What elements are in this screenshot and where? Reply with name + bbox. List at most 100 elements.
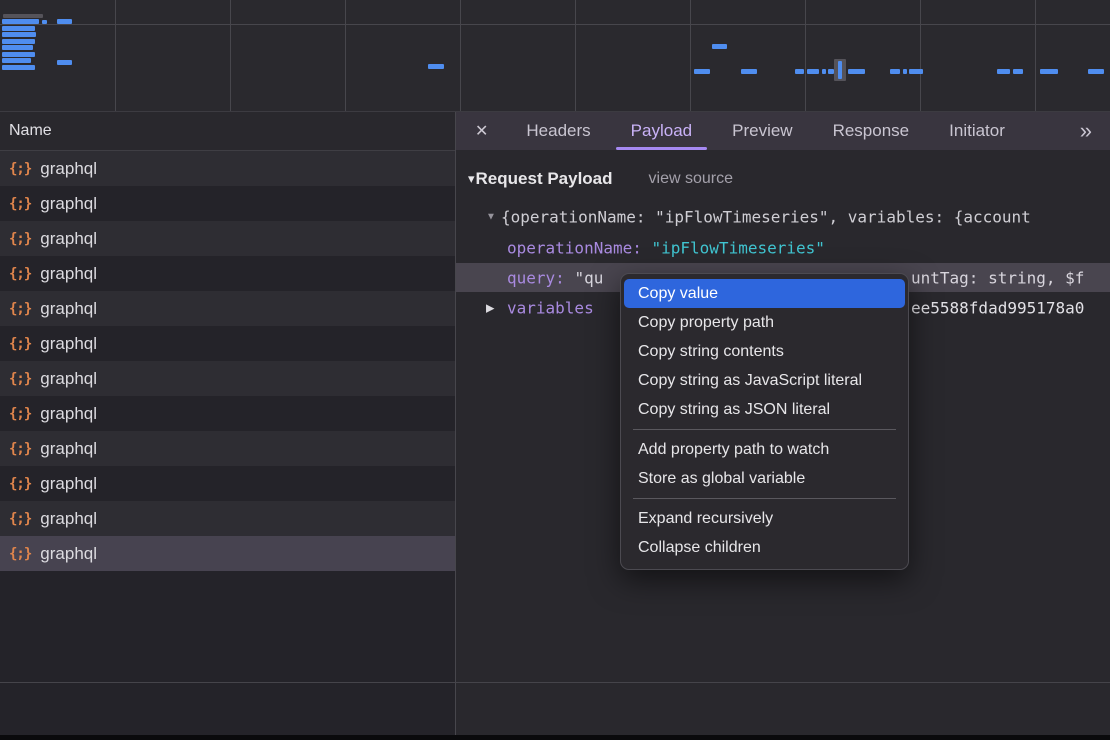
expanded-triangle-icon[interactable]: ▼ <box>486 211 496 222</box>
more-tabs-icon[interactable]: » <box>1080 118 1094 144</box>
request-row[interactable]: {;}graphql <box>0 256 455 291</box>
request-name-label: graphql <box>40 404 97 424</box>
menu-item-copy-string-as-json-literal[interactable]: Copy string as JSON literal <box>624 395 905 424</box>
overview-gray-bar <box>3 14 43 18</box>
menu-item-collapse-children[interactable]: Collapse children <box>624 533 905 562</box>
requests-panel: Name {;}graphql{;}graphql{;}graphql{;}gr… <box>0 112 455 740</box>
request-name-label: graphql <box>40 299 97 319</box>
menu-separator <box>633 498 896 499</box>
menu-item-expand-recursively[interactable]: Expand recursively <box>624 504 905 533</box>
json-icon: {;} <box>9 301 31 317</box>
property-key: query: <box>507 268 574 287</box>
overview-request-bar <box>795 69 804 74</box>
request-row[interactable]: {;} graphql <box>0 151 455 186</box>
overview-request-bar <box>838 61 842 79</box>
name-column-header[interactable]: Name <box>0 112 455 151</box>
overview-request-bar <box>2 26 35 31</box>
request-list: {;} graphql {;} graphql {;} graphql {;} graphql… <box>0 151 455 571</box>
menu-item-copy-value[interactable]: Copy value <box>624 279 905 308</box>
overview-request-bar <box>909 69 923 74</box>
menu-item-add-property-path-to-watch[interactable]: Add property path to watch <box>624 435 905 464</box>
json-icon: {;} <box>9 161 31 177</box>
request-name-label: graphql <box>40 369 97 389</box>
property-key: operationName: <box>507 238 652 257</box>
request-payload-section: ▾ Request Payload view source <box>468 165 733 193</box>
overview-request-bar <box>997 69 1010 74</box>
menu-item-copy-string-as-javascript-literal[interactable]: Copy string as JavaScript literal <box>624 366 905 395</box>
property-value: "ipFlowTimeseries" <box>652 238 825 257</box>
request-name-label: graphql <box>40 334 97 354</box>
request-payload-title: Request Payload <box>476 169 613 189</box>
overview-request-bar <box>2 39 35 44</box>
overview-request-bar <box>2 19 39 24</box>
request-name-label: graphql <box>40 439 97 459</box>
request-row[interactable]: {;}graphql <box>0 466 455 501</box>
request-name-label: graphql <box>40 229 97 249</box>
grid-line-vertical <box>805 0 806 111</box>
request-name-label: graphql <box>40 474 97 494</box>
overview-request-bar <box>1040 69 1058 74</box>
tab-initiator[interactable]: Initiator <box>947 112 1007 150</box>
request-name-label: graphql <box>40 159 97 179</box>
payload-root-preview: {operationName: "ipFlowTimeseries", vari… <box>501 207 1031 226</box>
overview-request-bar <box>2 65 35 70</box>
grid-line-vertical <box>345 0 346 111</box>
request-row[interactable]: {;} graphql <box>0 431 455 466</box>
json-icon: {;} <box>9 511 31 527</box>
overview-request-bar <box>1088 69 1104 74</box>
operation-name-row[interactable]: operationName: "ipFlowTimeseries" <box>456 232 1110 263</box>
menu-separator <box>633 429 896 430</box>
request-row[interactable]: {;} graphql <box>0 396 455 431</box>
json-icon: {;} <box>9 196 31 212</box>
tab-preview[interactable]: Preview <box>730 112 794 150</box>
grid-line-vertical <box>920 0 921 111</box>
context-menu: Copy valueCopy property pathCopy string … <box>620 273 909 570</box>
overview-request-bar <box>903 69 907 74</box>
overview-request-bar <box>57 19 72 24</box>
collapsed-triangle-icon[interactable]: ▶ <box>486 301 494 314</box>
overview-request-bar <box>428 64 444 69</box>
menu-item-store-as-global-variable[interactable]: Store as global variable <box>624 464 905 493</box>
tab-headers[interactable]: Headers <box>524 112 592 150</box>
overview-request-bar <box>2 58 31 63</box>
grid-line-vertical <box>575 0 576 111</box>
window-bottom-edge <box>0 735 1110 740</box>
overview-request-bar <box>822 69 826 74</box>
property-value-left: "qu <box>574 268 603 287</box>
tab-response[interactable]: Response <box>831 112 912 150</box>
grid-line-vertical <box>460 0 461 111</box>
overview-request-bar <box>42 20 47 24</box>
json-icon: {;} <box>9 231 31 247</box>
property-value-right: ee5588fdad995178a0 <box>911 298 1084 317</box>
menu-item-copy-property-path[interactable]: Copy property path <box>624 308 905 337</box>
property-key: variables <box>507 298 594 317</box>
request-row[interactable]: {;} graphql <box>0 361 455 396</box>
overview-request-bar <box>1013 69 1023 74</box>
request-row[interactable]: {;}graphql <box>0 501 455 536</box>
payload-root-row[interactable]: ▼ {operationName: "ipFlowTimeseries", va… <box>456 201 1110 232</box>
overview-request-bar <box>2 32 36 37</box>
json-icon: {;} <box>9 441 31 457</box>
name-column-label: Name <box>9 122 52 139</box>
json-icon: {;} <box>9 371 31 387</box>
overview-request-bar <box>2 52 35 57</box>
overview-request-bar <box>890 69 900 74</box>
json-icon: {;} <box>9 406 31 422</box>
request-row[interactable]: {;} graphql <box>0 326 455 361</box>
detail-tabbar: ✕ Headers Payload Preview Response Initiator… <box>455 112 1110 150</box>
tab-payload[interactable]: Payload <box>629 112 694 150</box>
request-row[interactable]: {;} graphql <box>0 291 455 326</box>
section-collapse-triangle-icon[interactable]: ▾ <box>468 171 475 187</box>
view-source-link[interactable]: view source <box>649 170 733 188</box>
menu-item-copy-string-contents[interactable]: Copy string contents <box>624 337 905 366</box>
grid-line-horizontal <box>0 24 1110 25</box>
summary-divider <box>0 682 1110 683</box>
close-icon[interactable]: ✕ <box>475 121 488 141</box>
property-value-right: untTag: string, $f <box>911 268 1084 287</box>
json-icon: {;} <box>9 336 31 352</box>
request-row[interactable]: {;}graphql <box>0 536 455 571</box>
network-overview-timeline[interactable] <box>0 0 1110 112</box>
request-row[interactable]: {;} graphql <box>0 221 455 256</box>
json-icon: {;} <box>9 266 31 282</box>
request-row[interactable]: {;}graphql <box>0 186 455 221</box>
